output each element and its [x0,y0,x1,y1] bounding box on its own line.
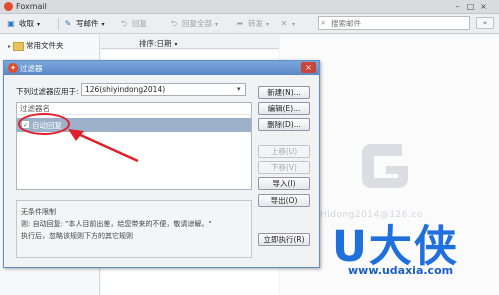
mailbox-icon: ▣ [7,19,15,28]
chevron-down-icon: ▾ [101,21,105,28]
chevron-down-icon: ▾ [215,21,219,28]
chevron-down-icon: ▾ [266,21,270,28]
app-titlebar [0,0,499,14]
account-select[interactable]: 126(shiyindong2014) [81,83,246,96]
run-now-button[interactable]: 立即执行(R) [258,233,310,246]
forward-icon: ➦ [236,19,244,28]
description-action: 则: 自动回复: "本人目前出差，给您带来的不便，敬请谅解。" [21,220,212,228]
foxmail-logo-icon: ✦ [8,63,18,73]
new-filter-button[interactable]: 新建(N)... [258,86,310,99]
expand-arrow-icon: ▸ [8,43,12,50]
red-arrow-annotation [68,129,139,163]
close-icon: × [305,63,312,72]
chevron-down-icon: ▾ [292,21,296,28]
foxmail-logo-icon [4,2,13,11]
receive-button[interactable]: ▣ 收取 ▾ [5,17,40,31]
delete-icon: ✕ [280,19,288,28]
pen-icon: ✎ [64,19,72,28]
app-title: Foxmail [16,2,47,11]
forward-button[interactable]: ➦ 转发 ▾ [234,17,269,31]
move-down-button[interactable]: 下移(V) [258,161,310,174]
search-input[interactable] [331,18,467,29]
description-note: 执行后，忽略该规则下方的其它规则 [21,232,133,240]
delete-filter-button[interactable]: 删除(D)... [258,118,310,131]
reply-all-button[interactable]: ⮌ 回复全部 ▾ [168,17,218,31]
watermark-logo-icon [362,144,408,188]
minimize-button[interactable]: – [451,1,464,12]
compose-button[interactable]: ✎ 写邮件 ▾ [62,17,105,31]
sort-dropdown[interactable]: 排序:日期 ▾ [139,38,178,49]
chevron-down-icon: ▾ [37,21,41,28]
highlight-annotation [18,113,70,135]
folder-item-common[interactable]: ▸ 常用文件夹 [8,40,64,51]
edit-filter-button[interactable]: 编辑(E)... [258,102,310,115]
search-box: ⌕ [318,16,470,30]
search-icon: ⌕ [321,18,326,27]
delete-mail-button[interactable]: ✕ ▾ [278,17,295,31]
reply-button[interactable]: ⮌ 回复 [118,17,147,31]
dialog-title: 过滤器 [20,64,43,73]
close-button[interactable]: × [477,1,490,12]
chevron-down-icon: ▾ [174,41,178,48]
toolbar-separator [58,18,59,30]
folder-icon [13,41,25,51]
maximize-button[interactable]: □ [464,1,477,12]
description-condition: 无条件限制 [21,208,56,216]
filter-dialog: ✦ 过滤器 × 下列过滤器应用于: 126(shiyindong2014) ▾ … [3,60,320,268]
chevron-down-icon: ▾ [237,85,241,93]
brand-url: www.udaxia.com [348,264,454,277]
reply-icon: ⮌ [120,19,128,28]
mail-list-header [101,35,279,49]
dialog-titlebar [4,61,319,75]
collapse-button[interactable]: « [476,17,494,29]
apply-to-label: 下列过滤器应用于: [16,87,79,96]
window-controls: – □ × [451,1,495,13]
reply-all-icon: ⮌ [170,19,178,28]
export-button[interactable]: 导出(O) [258,194,310,207]
dialog-close-button[interactable]: × [301,62,316,73]
move-up-button[interactable]: 上移(U) [258,145,310,158]
import-button[interactable]: 导入(I) [258,177,310,190]
